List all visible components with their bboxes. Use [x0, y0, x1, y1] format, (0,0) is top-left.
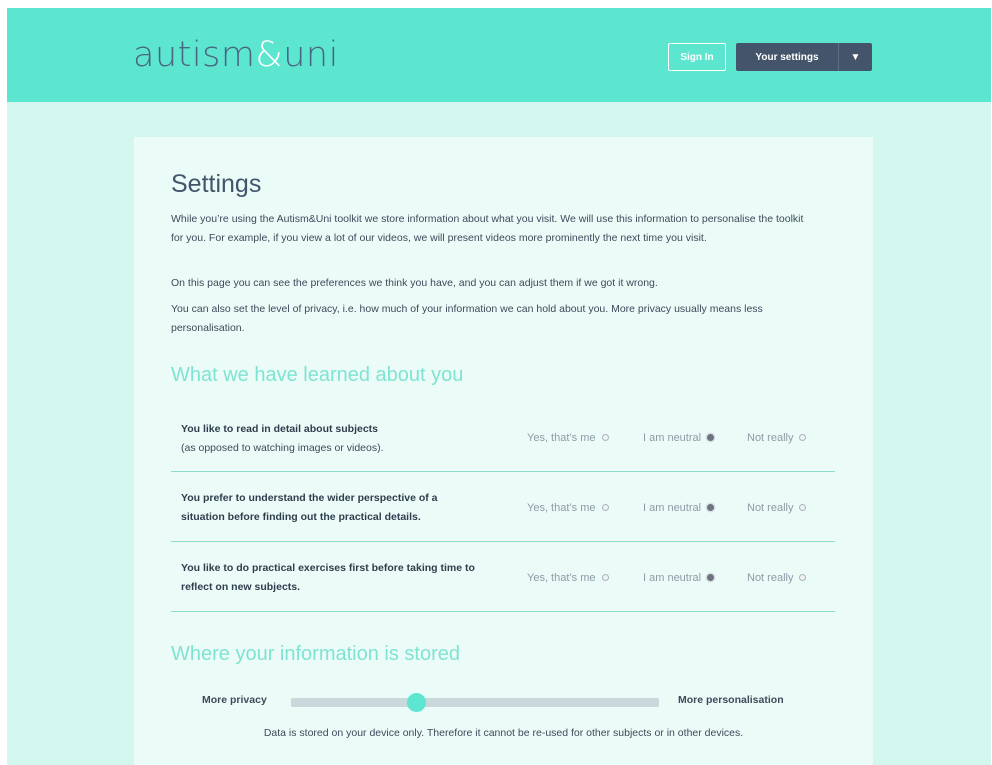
settings-card: Settings While you’re using the Autism&U…	[134, 137, 873, 765]
question-text: You like to do practical exercises first…	[181, 562, 475, 593]
option-neutral[interactable]: I am neutral	[643, 543, 715, 612]
slider-handle[interactable]	[407, 693, 427, 712]
chevron-down-icon[interactable]: ▼	[839, 43, 872, 71]
preference-question: You prefer to understand the wider persp…	[181, 489, 481, 527]
storage-note: Data is stored on your device only. Ther…	[263, 727, 744, 739]
option-label: Yes, that’s me	[527, 501, 596, 514]
option-not-really[interactable]: Not really	[747, 403, 807, 472]
option-neutral[interactable]: I am neutral	[643, 403, 715, 472]
your-settings-button[interactable]: Your settings ▼	[736, 43, 872, 71]
option-label: Yes, that’s me	[527, 431, 596, 444]
option-yes[interactable]: Yes, that’s me	[527, 403, 609, 472]
site-logo[interactable]: autism&uni	[133, 35, 339, 75]
page-title: Settings	[171, 170, 262, 198]
option-label: I am neutral	[643, 501, 702, 514]
question-text: You like to read in detail about subject…	[181, 423, 379, 435]
radio-button-selected[interactable]	[707, 504, 715, 511]
logo-text-right: uni	[283, 35, 339, 75]
preferences-paragraph: On this page you can see the preferences…	[171, 277, 658, 289]
preference-question: You like to do practical exercises first…	[181, 559, 481, 597]
option-not-really[interactable]: Not really	[747, 473, 807, 542]
preference-row: You prefer to understand the wider persp…	[171, 473, 835, 542]
option-yes[interactable]: Yes, that’s me	[527, 543, 609, 612]
radio-button[interactable]	[601, 434, 609, 441]
sign-in-button[interactable]: Sign In	[668, 43, 726, 71]
option-label: I am neutral	[643, 571, 702, 584]
radio-button[interactable]	[799, 504, 807, 511]
option-label: Not really	[747, 431, 794, 444]
radio-button[interactable]	[601, 504, 609, 511]
option-label: Not really	[747, 501, 794, 514]
app-frame: autism&uni Sign In Your settings ▼ Setti…	[7, 8, 991, 765]
radio-button[interactable]	[601, 574, 609, 581]
logo-text-left: autism	[133, 35, 256, 75]
more-personalisation-label: More personalisation	[678, 694, 784, 706]
logo-ampersand: &	[255, 35, 284, 75]
option-not-really[interactable]: Not really	[747, 543, 807, 612]
privacy-slider[interactable]	[291, 693, 659, 712]
question-subtext: (as opposed to watching images or videos…	[181, 442, 384, 454]
radio-button[interactable]	[799, 574, 807, 581]
option-label: Yes, that’s me	[527, 571, 596, 584]
more-privacy-label: More privacy	[202, 694, 267, 706]
privacy-paragraph: You can also set the level of privacy, i…	[171, 303, 763, 334]
question-text: You prefer to understand the wider persp…	[181, 492, 438, 523]
your-settings-label: Your settings	[736, 43, 839, 71]
option-label: I am neutral	[643, 431, 702, 444]
radio-button-selected[interactable]	[707, 574, 715, 581]
storage-heading: Where your information is stored	[171, 643, 461, 665]
intro-paragraph: While you’re using the Autism&Uni toolki…	[171, 213, 804, 244]
option-yes[interactable]: Yes, that’s me	[527, 473, 609, 542]
radio-button-selected[interactable]	[707, 434, 715, 441]
option-neutral[interactable]: I am neutral	[643, 473, 715, 542]
learned-heading: What we have learned about you	[171, 364, 464, 386]
preference-question: You like to read in detail about subject…	[181, 420, 481, 458]
site-header: autism&uni Sign In Your settings ▼	[7, 8, 991, 102]
option-label: Not really	[747, 571, 794, 584]
preference-row: You like to do practical exercises first…	[171, 543, 835, 612]
preference-row: You like to read in detail about subject…	[171, 403, 835, 472]
radio-button[interactable]	[799, 434, 807, 441]
